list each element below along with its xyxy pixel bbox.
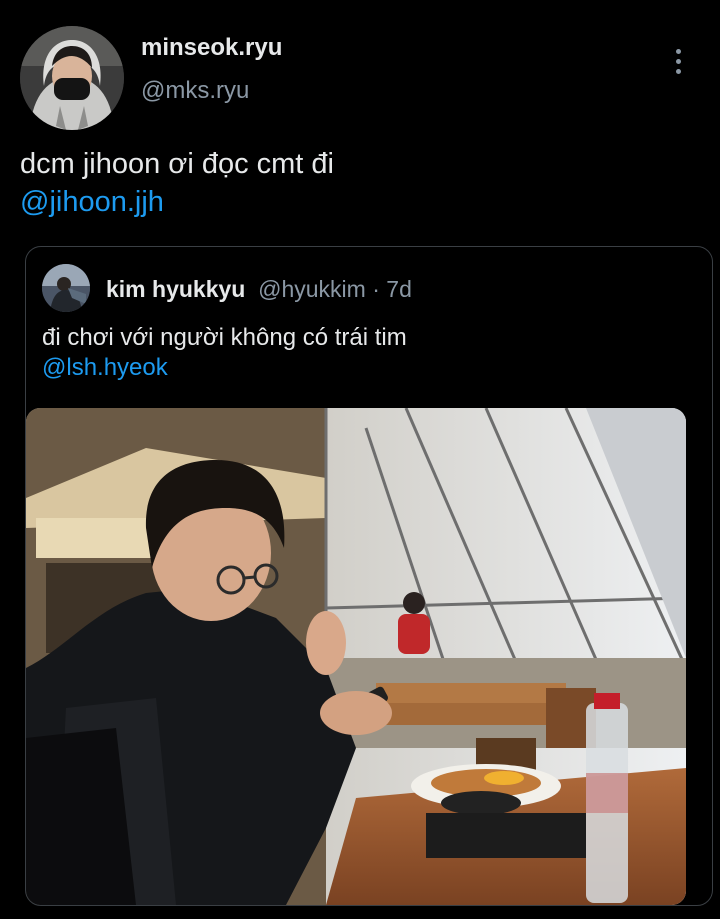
quoted-handle[interactable]: @hyukkim [252,276,366,302]
quoted-text-line: đi chơi với người không có trái tim [42,324,407,351]
author-display-name[interactable]: minseok.ryu [141,34,282,62]
quoted-tweet-card[interactable]: kim hyukkyu @hyukkim · 7d đi chơi với ng… [25,246,713,906]
quoted-display-name[interactable]: kim hyukkyu [106,276,245,302]
quoted-author-avatar[interactable] [42,264,90,312]
tweet-text: dcm jihoon ơi đọc cmt đi @jihoon.jjh [20,145,690,221]
tweet: minseok.ryu @mks.ryu dcm jihoon ơi đọc c… [0,0,720,919]
more-options-button[interactable] [664,44,692,78]
quoted-separator: · [365,276,387,302]
quoted-text: đi chơi với người không có trái tim @lsh… [42,323,407,383]
quoted-timestamp[interactable]: 7d [386,276,412,302]
quoted-header: kim hyukkyu @hyukkim · 7d [106,276,412,303]
quoted-photo[interactable] [26,408,686,905]
author-avatar[interactable] [20,26,124,130]
quoted-mention-link[interactable]: @lsh.hyeok [42,353,407,383]
author-handle[interactable]: @mks.ryu [141,77,249,105]
tweet-text-line: dcm jihoon ơi đọc cmt đi [20,148,334,180]
more-vertical-icon-dot [675,58,681,64]
more-vertical-icon-dot [675,68,681,74]
quoted-handle-text: @hyukkim [258,276,366,302]
tweet-mention-link[interactable]: @jihoon.jjh [20,183,690,221]
more-vertical-icon [675,48,681,54]
